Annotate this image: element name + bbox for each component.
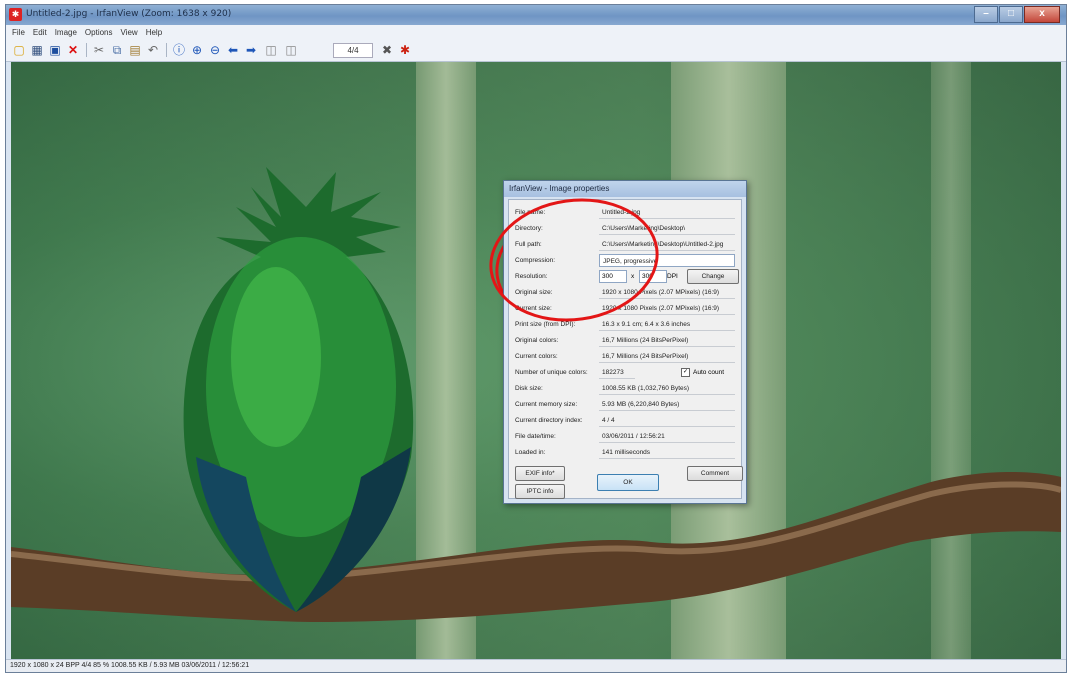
first-page-icon[interactable]: ◫ <box>264 43 278 57</box>
delete-icon[interactable]: ✕ <box>66 43 80 57</box>
property-label: Current memory size: <box>515 401 578 408</box>
memory-size-value[interactable]: 5.93 MB (6,220,840 Bytes) <box>599 398 735 411</box>
undo-icon[interactable]: ↶ <box>146 43 160 57</box>
comment-button[interactable]: Comment <box>687 466 743 481</box>
menu-view[interactable]: View <box>121 28 138 37</box>
paste-icon[interactable]: ▤ <box>128 43 142 57</box>
property-label: Number of unique colors: <box>515 369 588 376</box>
title-bar[interactable]: ✱ Untitled-2.jpg - IrfanView (Zoom: 1638… <box>6 5 1066 25</box>
quetzal-bird-graphic <box>183 167 414 612</box>
property-label: File date/time: <box>515 433 556 440</box>
resolution-unit: DPI <box>667 273 678 280</box>
menu-edit[interactable]: Edit <box>33 28 47 37</box>
dialog-title[interactable]: IrfanView - Image properties <box>504 181 746 197</box>
irfanview-app-icon: ✱ <box>9 8 22 21</box>
previous-icon[interactable]: ⬅ <box>226 43 240 57</box>
settings-icon[interactable]: ✖ <box>380 43 394 57</box>
property-label: Disk size: <box>515 385 543 392</box>
property-row: Current directory index: 4 / 4 <box>515 414 735 427</box>
property-row: Original colors: 16,7 Millions (24 BitsP… <box>515 334 735 347</box>
slideshow-icon[interactable]: ▦ <box>30 43 44 57</box>
property-label: Original colors: <box>515 337 559 344</box>
menu-options[interactable]: Options <box>85 28 113 37</box>
property-row: Current memory size: 5.93 MB (6,220,840 … <box>515 398 735 411</box>
menu-file[interactable]: File <box>12 28 25 37</box>
copy-icon[interactable]: ⧉ <box>110 43 124 57</box>
maximize-button[interactable]: □ <box>999 6 1023 23</box>
property-row: Current colors: 16,7 Millions (24 BitsPe… <box>515 350 735 363</box>
unique-colors-value[interactable]: 182273 <box>599 366 635 379</box>
info-icon[interactable]: ⓘ <box>172 43 186 57</box>
property-label: Current directory index: <box>515 417 583 424</box>
page-counter[interactable]: 4/4 <box>333 43 373 58</box>
directory-index-value[interactable]: 4 / 4 <box>599 414 735 427</box>
menu-help[interactable]: Help <box>146 28 162 37</box>
status-bar: 1920 x 1080 x 24 BPP 4/4 85 % 1008.55 KB… <box>6 659 1066 672</box>
ok-button[interactable]: OK <box>597 474 659 491</box>
exit-icon[interactable]: ✱ <box>398 43 412 57</box>
original-colors-value[interactable]: 16,7 Millions (24 BitsPerPixel) <box>599 334 735 347</box>
save-icon[interactable]: ▣ <box>48 43 62 57</box>
close-button[interactable]: x <box>1024 6 1060 23</box>
menu-bar: File Edit Image Options View Help <box>6 25 1066 39</box>
exif-info-button[interactable]: EXIF info* <box>515 466 565 481</box>
property-label: Loaded in: <box>515 449 546 456</box>
property-row: Number of unique colors: 182273 ✓ Auto c… <box>515 366 735 379</box>
iptc-info-button[interactable]: IPTC info <box>515 484 565 499</box>
zoom-in-icon[interactable]: ⊕ <box>190 43 204 57</box>
open-folder-icon[interactable]: ▢ <box>12 43 26 57</box>
cut-icon[interactable]: ✂ <box>92 43 106 57</box>
change-resolution-button[interactable]: Change <box>687 269 739 284</box>
print-size-value[interactable]: 16.3 x 9.1 cm; 6.4 x 3.6 inches <box>599 318 735 331</box>
property-row: Loaded in: 141 milliseconds <box>515 446 735 459</box>
toolbar-separator <box>86 43 87 57</box>
menu-image[interactable]: Image <box>55 28 77 37</box>
minimize-button[interactable]: – <box>974 6 998 23</box>
window-title: Untitled-2.jpg - IrfanView (Zoom: 1638 x… <box>26 9 232 19</box>
disk-size-value[interactable]: 1008.55 KB (1,032,760 Bytes) <box>599 382 735 395</box>
current-colors-value[interactable]: 16,7 Millions (24 BitsPerPixel) <box>599 350 735 363</box>
property-row: File date/time: 03/06/2011 / 12:56:21 <box>515 430 735 443</box>
property-label: Current colors: <box>515 353 558 360</box>
toolbar: ▢ ▦ ▣ ✕ ✂ ⧉ ▤ ↶ ⓘ ⊕ ⊖ ⬅ ➡ ◫ ◫ 4/4 ✖ ✱ <box>6 39 1066 62</box>
next-icon[interactable]: ➡ <box>244 43 258 57</box>
property-row: Disk size: 1008.55 KB (1,032,760 Bytes) <box>515 382 735 395</box>
auto-count-checkbox[interactable]: ✓ <box>681 368 690 377</box>
file-datetime-value[interactable]: 03/06/2011 / 12:56:21 <box>599 430 735 443</box>
auto-count-label: Auto count <box>693 369 725 376</box>
zoom-out-icon[interactable]: ⊖ <box>208 43 222 57</box>
loaded-in-value[interactable]: 141 milliseconds <box>599 446 735 459</box>
toolbar-separator <box>166 43 167 57</box>
last-page-icon[interactable]: ◫ <box>284 43 298 57</box>
